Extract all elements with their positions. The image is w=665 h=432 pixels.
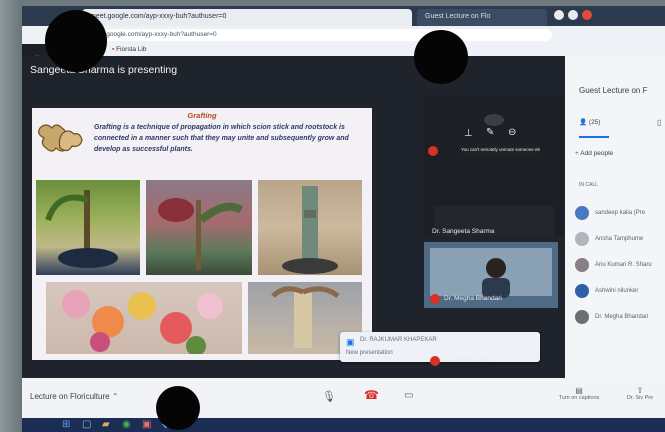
taskbar-app-icon[interactable]: ▢: [82, 419, 91, 430]
maximize-icon[interactable]: [568, 10, 578, 20]
meeting-title[interactable]: Lecture on Floriculture ⌃: [30, 392, 119, 401]
monitor-bezel: [0, 0, 22, 432]
plant-stem-graphic: [45, 190, 118, 268]
meeting-title-text: Lecture on Floriculture: [30, 392, 110, 401]
redaction-circle: [414, 30, 468, 84]
flowers-graphic: [62, 290, 223, 354]
bookmarks-bar: ▪ Fiorsta Lib: [92, 44, 665, 56]
slide-text: Grafting is a technique of propagation i…: [94, 124, 349, 153]
present-icon: ⇪: [636, 386, 644, 395]
slide-title: Grafting: [187, 111, 217, 120]
mic-icon[interactable]: 🎙: [322, 390, 336, 403]
presented-slide: Grafting Grafting is a technique of prop…: [32, 108, 372, 360]
grafting-photo-4: [46, 282, 242, 354]
minimize-icon[interactable]: [554, 10, 564, 20]
grafting-photo-1: [36, 180, 140, 275]
add-people-label: Add people: [580, 150, 614, 157]
remove-icon[interactable]: ⊖: [508, 127, 516, 138]
add-people-button[interactable]: + Add people: [575, 150, 613, 164]
meet-stage: Sangeeta Sharma is presenting Grafting G…: [22, 56, 665, 432]
avatar: [575, 206, 589, 220]
people-count: (25): [588, 119, 601, 126]
presentation-icon: ▣: [346, 337, 355, 347]
people-icon: 👤: [579, 119, 588, 126]
url-field[interactable]: meet.google.com/ayp-xxxy-buh?authuser=0: [82, 29, 552, 41]
add-person-icon: +: [575, 150, 579, 157]
pin-icon[interactable]: ⊥: [464, 128, 473, 139]
taskbar: ⊞ ▢ ▰ ◉ ▣ ◆: [22, 418, 665, 432]
start-icon[interactable]: ⊞: [62, 419, 70, 430]
captions-button[interactable]: ▤ Turn on captions: [554, 386, 604, 401]
tile-name-3: Pranali Sharma: [444, 357, 489, 364]
speaker-video: [434, 114, 554, 236]
folder-icon[interactable]: ▰: [102, 419, 110, 430]
notification-text: New presentation: [346, 350, 393, 356]
grafting-photo-3: [258, 180, 362, 275]
tile-name-1: Dr. Sangeeta Sharma: [432, 228, 495, 235]
redaction-circle: [45, 10, 107, 72]
taskbar-app-icon[interactable]: ▣: [142, 419, 151, 430]
grafting-photo-2: [146, 180, 252, 275]
people-panel: Guest Lecture on F 👤 (25) ▯ + Add people…: [565, 56, 665, 432]
participant-name[interactable]: Ashwini nilunker: [595, 288, 638, 294]
present-button[interactable]: ⇪ Dr. Siv Pre: [618, 386, 662, 401]
chat-icon[interactable]: ▯: [657, 118, 661, 127]
tooltip: You can't remotely unmute someone else: [458, 144, 540, 156]
speaker-tile[interactable]: ⊥ ✎ ⊖ You can't remotely unmute someone …: [424, 96, 564, 236]
participant-name[interactable]: Ansha Tamphume: [595, 236, 643, 242]
panel-title: Guest Lecture on F: [579, 86, 648, 95]
participant-name[interactable]: Dr. Megha Bhandari: [595, 314, 648, 320]
close-icon[interactable]: [582, 10, 592, 20]
presenter-label: Sangeeta Sharma is presenting: [30, 64, 178, 76]
avatar: [575, 232, 589, 246]
in-call-section: IN CALL: [579, 182, 598, 188]
muted-icon: [428, 146, 438, 156]
avatar: [575, 284, 589, 298]
participant-tile[interactable]: Dr. Megha Bhandari: [424, 242, 558, 308]
hang-up-icon[interactable]: ☎: [364, 388, 379, 402]
chrome-icon[interactable]: ◉: [122, 419, 131, 430]
puzzle-graphic: [38, 124, 83, 152]
tab-bar: meet.google.com/ayp-xxxy-buh?authuser=0 …: [22, 6, 665, 26]
tile-name-2: Dr. Megha Bhandari: [444, 295, 502, 302]
people-tab[interactable]: 👤 (25): [579, 118, 600, 132]
avatar: [575, 310, 589, 324]
tab-guest-lecture-label: Guest Lecture on Flo: [425, 13, 491, 20]
muted-icon: [430, 294, 440, 304]
photo-of-monitor: meet.google.com/ayp-xxxy-buh?authuser=0 …: [0, 0, 665, 432]
address-bar: ← → ⟳ meet.google.com/ayp-xxxy-buh?authu…: [22, 26, 665, 59]
tab-guest-lecture[interactable]: Guest Lecture on Flo: [417, 9, 547, 26]
active-tab-indicator: [579, 136, 609, 138]
redaction-circle: [156, 386, 200, 430]
cactus-graft-graphic: [282, 186, 338, 274]
control-bar: Lecture on Floriculture ⌃ 🎙 ☎ ▭ ▤ Turn o…: [22, 378, 665, 418]
chevron-up-icon: ⌃: [111, 392, 119, 401]
notification-name: Dr. RAJKUMAR KHAPEKAR: [360, 337, 437, 343]
mic-off-icon[interactable]: ✎: [486, 127, 494, 138]
browser-window: meet.google.com/ayp-xxxy-buh?authuser=0 …: [22, 6, 665, 432]
tab-meet-label: meet.google.com/ayp-xxxy-buh?authuser=0: [90, 13, 227, 20]
notification-toast[interactable]: ▣ Dr. RAJKUMAR KHAPEKAR New presentation: [340, 332, 540, 362]
camera-icon[interactable]: ▭: [404, 390, 413, 401]
captions-icon: ▤: [575, 386, 583, 395]
rose-graft-graphic: [158, 198, 244, 270]
participant-name[interactable]: Anu Kumari R. Sharu: [595, 262, 652, 268]
tab-meet[interactable]: meet.google.com/ayp-xxxy-buh?authuser=0: [82, 9, 412, 26]
participant-name[interactable]: sandeep kalia (Pre: [595, 210, 645, 216]
muted-icon: [430, 356, 440, 366]
bookmark-item[interactable]: Fiorsta Lib: [116, 46, 146, 53]
avatar: [575, 258, 589, 272]
captions-label: Turn on captions: [558, 395, 600, 401]
bookmark-icon: ▪: [112, 46, 115, 53]
present-label: Dr. Siv Pre: [626, 395, 654, 401]
